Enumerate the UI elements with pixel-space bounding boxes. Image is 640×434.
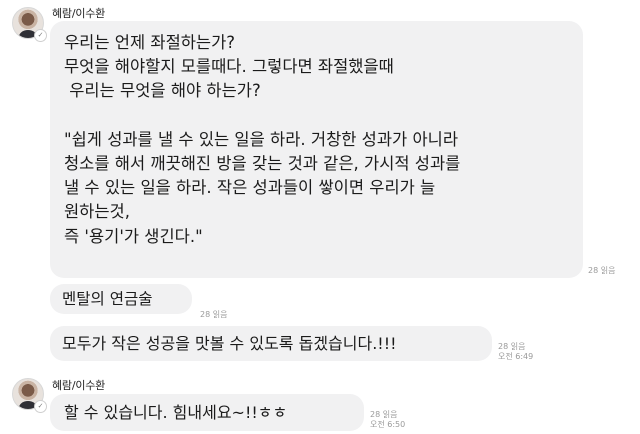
message-line: "쉽게 성과를 낼 수 있는 일을 하라. 거창한 성과가 아니라 bbox=[64, 129, 458, 149]
message-line: 청소를 해서 깨끗해진 방을 갖는 것과 같은, 가시적 성과를 bbox=[64, 154, 461, 174]
message-line bbox=[64, 104, 583, 128]
badge-icon: ✓ bbox=[34, 400, 47, 413]
message-line: 할 수 있습니다. 힘내세요~!!ㅎㅎ bbox=[64, 403, 288, 422]
message-line: 우리는 언제 좌절하는가? bbox=[64, 33, 236, 52]
timestamp: 오전 6:49 bbox=[498, 352, 534, 361]
message-meta: 28 읽음 오전 6:49 bbox=[498, 342, 533, 362]
read-count: 28 읽음 bbox=[498, 342, 526, 351]
message-bubble[interactable]: 우리는 언제 좌절하는가? 무엇을 해야할지 모를때다. 그렇다면 좌절했을때 … bbox=[50, 21, 583, 278]
sender-name: 혜람/이수환 bbox=[52, 379, 106, 392]
timestamp: 오전 6:50 bbox=[370, 420, 406, 429]
message-line: 멘탈의 연금술 bbox=[62, 290, 153, 308]
message-bubble[interactable]: 모두가 작은 성공을 맛볼 수 있도록 돕겠습니다.!!! bbox=[50, 326, 492, 361]
read-count: 28 읽음 bbox=[588, 266, 616, 275]
message-line: 무엇을 해야할지 모를때다. 그렇다면 좌절했을때 bbox=[64, 57, 394, 77]
message-line: 즉 '용기'가 생긴다." bbox=[64, 226, 203, 246]
message-bubble[interactable]: 할 수 있습니다. 힘내세요~!!ㅎㅎ bbox=[50, 394, 364, 431]
sender-name: 혜람/이수환 bbox=[52, 7, 106, 20]
read-count: 28 읽음 bbox=[370, 410, 398, 419]
badge-icon: ✓ bbox=[34, 29, 47, 42]
message-line: 원하는것, bbox=[64, 202, 130, 222]
read-count: 28 읽음 bbox=[200, 310, 228, 319]
message-line: 낼 수 있는 일을 하라. 작은 성과들이 쌓이면 우리가 늘 bbox=[64, 178, 436, 198]
message-line: 모두가 작은 성공을 맛볼 수 있도록 돕겠습니다.!!! bbox=[62, 334, 397, 353]
message-line: 우리는 무엇을 해야 하는가? bbox=[64, 81, 261, 101]
message-bubble[interactable]: 멘탈의 연금술 bbox=[50, 284, 192, 314]
message-meta: 28 읽음 오전 6:50 bbox=[370, 410, 405, 430]
